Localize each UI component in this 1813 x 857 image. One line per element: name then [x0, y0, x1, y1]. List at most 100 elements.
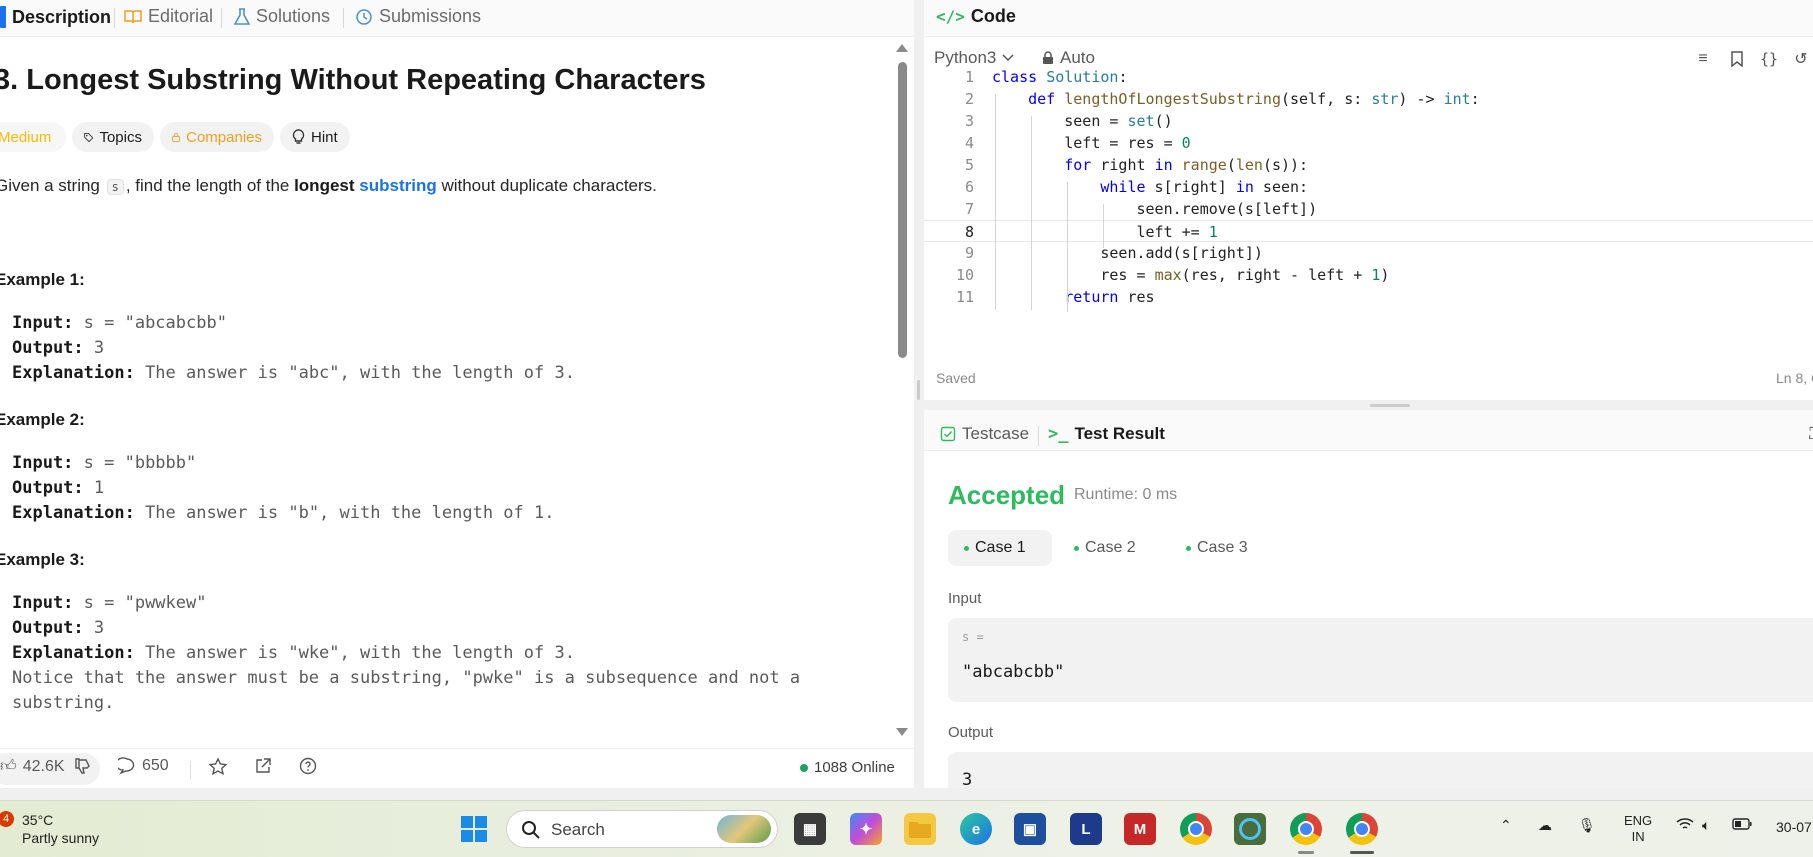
code-icon: </>	[936, 7, 965, 26]
example-title: Example 2:	[0, 410, 85, 429]
clock-date[interactable]: 30-07	[1776, 819, 1812, 835]
thumbs-up-icon: 👍︎	[0, 758, 17, 775]
tab-divider	[221, 8, 222, 28]
online-count: 1088 Online	[800, 759, 895, 776]
wifi-icon[interactable]	[1676, 817, 1694, 834]
topics-chip[interactable]: Topics	[72, 122, 154, 152]
code-line: seen = set()	[992, 112, 1173, 130]
auto-mode-toggle[interactable]: Auto	[1042, 48, 1095, 68]
substring-link[interactable]: substring	[359, 176, 436, 195]
result-panel: Testcase >_ Test Result ⛶ Accepted Runti…	[924, 410, 1813, 788]
language-indicator[interactable]: ENG IN	[1624, 813, 1652, 845]
code-line: class Solution:	[992, 68, 1128, 86]
weather-widget[interactable]: 35°C Partly sunny	[22, 811, 99, 847]
tab-description[interactable]: Description	[0, 6, 111, 28]
scroll-down-arrow[interactable]	[896, 728, 908, 736]
chrome-profile-icon[interactable]	[1290, 813, 1322, 845]
chrome-active-icon[interactable]	[1346, 813, 1378, 845]
checkbox-icon	[940, 426, 956, 442]
result-status: Accepted	[948, 480, 1066, 510]
share-icon	[256, 758, 271, 773]
case-tab-3[interactable]: Case 3	[1170, 530, 1264, 566]
code-line: while s[right] in seen:	[1100, 178, 1309, 196]
l-app-icon[interactable]: L	[1070, 813, 1102, 845]
tab-test-result[interactable]: >_ Test Result	[1048, 424, 1165, 444]
like-button[interactable]: 👍︎ 42.6K	[0, 757, 65, 776]
code-line: left += 1	[992, 223, 1218, 241]
code-line: def lengthOfLongestSubstring(self, s: st…	[1028, 90, 1480, 108]
output-label: Output	[948, 724, 994, 741]
onedrive-icon[interactable]: ☁	[1538, 817, 1552, 834]
problem-footer: 👍︎ 42.6K 650 1088 Online	[0, 748, 914, 788]
help-icon	[299, 757, 317, 775]
windows-start-icon[interactable]	[458, 813, 490, 845]
share-button[interactable]	[254, 757, 272, 775]
code-line: return res	[1064, 288, 1155, 306]
volume-icon[interactable]: 🔈︎	[1702, 817, 1710, 834]
panel-resize-handle[interactable]	[1370, 404, 1410, 407]
chrome-icon[interactable]	[1180, 813, 1212, 845]
dislike-button[interactable]	[74, 757, 92, 775]
lock-icon	[172, 132, 180, 142]
example-body: Input: s = "abcabcbb" Output: 3 Explanat…	[12, 313, 575, 383]
case-tab-1[interactable]: Case 1	[948, 530, 1052, 566]
hint-chip[interactable]: Hint	[280, 122, 350, 152]
active-indicator	[1350, 851, 1374, 854]
scroll-up-arrow[interactable]	[896, 44, 908, 52]
code-line: seen.remove(s[left])	[992, 200, 1318, 218]
code-panel: </> Code Python3 Auto ≡ {} ↺ 1 class Solu…	[924, 0, 1813, 400]
online-dot-icon	[800, 763, 808, 772]
language-select[interactable]: Python3	[934, 48, 1014, 68]
chevron-up-icon[interactable]: ⌃	[1500, 817, 1512, 834]
panel-resize-handle[interactable]	[917, 380, 920, 400]
expand-icon[interactable]: ⛶	[1804, 424, 1813, 446]
companies-chip[interactable]: Companies	[160, 122, 274, 152]
tab-solutions[interactable]: Solutions	[234, 6, 330, 27]
scrollbar-thumb[interactable]	[898, 62, 907, 358]
example-body: Input: s = "pwwkew" Output: 3 Explanatio…	[12, 593, 801, 713]
case-tab-2[interactable]: Case 2	[1058, 530, 1152, 566]
task-view-icon[interactable]: ▦	[794, 813, 826, 845]
search-icon	[522, 821, 540, 839]
file-explorer-icon[interactable]	[904, 813, 936, 845]
running-indicator	[1298, 851, 1314, 854]
pass-dot-icon	[1186, 545, 1191, 551]
book-icon	[124, 9, 142, 23]
code-header: </> Code	[924, 0, 1813, 37]
runtime-label: Runtime: 0 ms	[1074, 486, 1178, 503]
footer-divider	[190, 761, 191, 779]
example-title: Example 1:	[0, 270, 85, 289]
flask-icon	[234, 7, 250, 25]
code-editor[interactable]: 1 class Solution: 2 def lengthOfLongestSu…	[924, 68, 1813, 372]
taskbar-search[interactable]: Search	[506, 810, 778, 848]
comment-icon	[118, 757, 135, 775]
input-box: s = "abcabcbb"	[948, 618, 1813, 702]
chevron-down-icon	[1002, 54, 1014, 62]
lightbulb-icon	[292, 129, 305, 144]
edge-icon[interactable]: e	[960, 813, 992, 845]
comments-button[interactable]: 650	[118, 757, 169, 775]
battery-icon[interactable]	[1732, 817, 1752, 833]
pass-dot-icon	[1074, 545, 1079, 551]
windows-taskbar: 4 35°C Partly sunny Search ▦ ✦ e ▣ L M ⌃…	[0, 800, 1813, 857]
mic-location-icon[interactable]: 🎙︎	[1578, 817, 1596, 834]
alexa-icon[interactable]	[1234, 813, 1266, 845]
example-body: Input: s = "bbbbb" Output: 1 Explanation…	[12, 453, 555, 523]
tab-testcase[interactable]: Testcase	[940, 424, 1029, 444]
save-status: Saved	[936, 370, 976, 386]
tab-editorial[interactable]: Editorial	[124, 6, 213, 27]
code-title: </> Code	[936, 6, 1016, 26]
copilot-icon[interactable]: ✦	[850, 813, 882, 845]
help-button[interactable]	[299, 757, 317, 775]
problem-panel: Description Editorial Solutions Submissi…	[0, 0, 914, 788]
tag-icon	[84, 132, 94, 142]
pass-dot-icon	[964, 545, 969, 551]
store-icon[interactable]: ▣	[1014, 813, 1046, 845]
mcafee-icon[interactable]: M	[1124, 813, 1156, 845]
result-tabs: Testcase >_ Test Result ⛶	[924, 410, 1813, 451]
favorite-button[interactable]	[208, 757, 228, 777]
code-line: res = max(res, right - left + 1)	[992, 266, 1390, 284]
code-line: left = res = 0	[992, 134, 1191, 152]
difficulty-badge: Medium	[0, 122, 66, 152]
tab-submissions[interactable]: Submissions	[355, 6, 481, 27]
